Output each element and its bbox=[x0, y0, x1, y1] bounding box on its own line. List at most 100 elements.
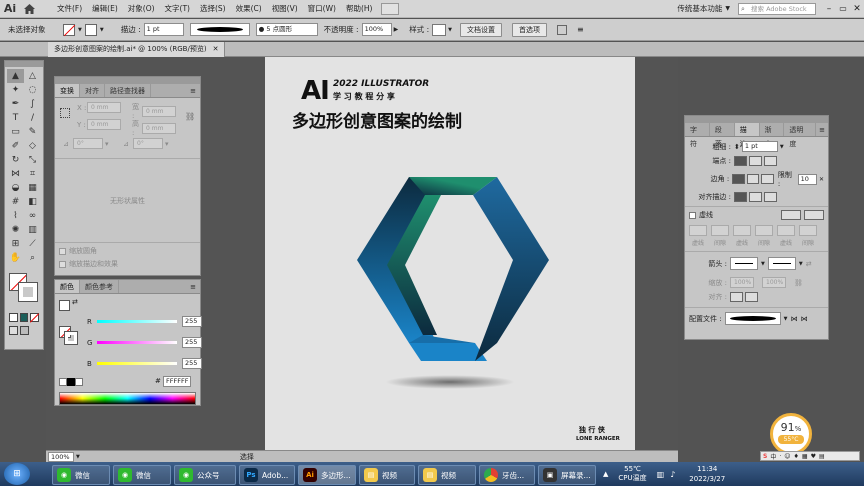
arrow-tip-at-end-icon[interactable] bbox=[745, 292, 758, 302]
gap-input-2[interactable] bbox=[755, 225, 773, 236]
line-tool-icon[interactable]: / bbox=[24, 111, 41, 125]
direct-selection-tool-icon[interactable]: △ bbox=[24, 69, 41, 83]
limit-input[interactable]: 10 bbox=[797, 173, 817, 185]
stock-search-input[interactable]: ⌕ 搜索 Adobe Stock bbox=[738, 2, 816, 15]
panel-gripper[interactable] bbox=[55, 77, 200, 84]
opacity-input[interactable]: 100% bbox=[361, 23, 392, 36]
gap-input-1[interactable] bbox=[711, 225, 729, 236]
polygon-artwork[interactable] bbox=[357, 175, 549, 365]
scale-tool-icon[interactable]: ⤡ bbox=[24, 153, 41, 167]
dashed-line-checkbox[interactable] bbox=[689, 211, 696, 219]
selection-tool-icon[interactable]: ▲ bbox=[7, 69, 24, 83]
tab-gradient[interactable]: 渐变 bbox=[760, 123, 785, 148]
cpu-widget[interactable]: 91% 55°C bbox=[770, 413, 812, 455]
shape-builder-icon[interactable]: ◒ bbox=[7, 181, 24, 195]
menu-effect[interactable]: 效果(C) bbox=[231, 0, 267, 18]
dash-preserve-icon[interactable] bbox=[781, 210, 801, 220]
taskbar-wechat-1[interactable]: ◉ 微信 bbox=[52, 465, 110, 485]
hand-tool-icon[interactable]: ✋ bbox=[7, 251, 24, 265]
gradient-tool-icon[interactable]: ◧ bbox=[24, 195, 41, 209]
taskbar-folder-1[interactable]: ▤ 视频 bbox=[359, 465, 415, 485]
stroke-swatch[interactable] bbox=[84, 23, 97, 36]
free-transform-icon[interactable]: ⌗ bbox=[24, 167, 41, 181]
symbol-sprayer-icon[interactable]: ✺ bbox=[7, 223, 24, 237]
arrow-start-select[interactable] bbox=[730, 257, 758, 270]
b-input[interactable]: 255 bbox=[182, 358, 202, 369]
menu-object[interactable]: 对象(O) bbox=[123, 0, 160, 18]
menu-type[interactable]: 文字(T) bbox=[160, 0, 195, 18]
taskbar-illustrator[interactable]: Ai 多边形... bbox=[298, 465, 356, 485]
menu-window[interactable]: 窗口(W) bbox=[303, 0, 341, 18]
tab-align[interactable]: 对齐 bbox=[80, 84, 105, 97]
white-swatch[interactable] bbox=[75, 378, 83, 386]
shaper-tool-icon[interactable]: ✐ bbox=[7, 139, 24, 153]
chevron-down-icon[interactable]: ▼ bbox=[780, 144, 784, 150]
color-spectrum[interactable] bbox=[59, 392, 196, 405]
round-join-icon[interactable] bbox=[746, 174, 760, 184]
tab-pathfinder[interactable]: 路径查找器 bbox=[105, 84, 151, 97]
stroke-color-swatch[interactable] bbox=[18, 282, 38, 302]
taskbar-folder-2[interactable]: ▤ 视频 bbox=[418, 465, 476, 485]
arrow-end-select[interactable] bbox=[767, 257, 796, 270]
width-input[interactable]: 0 mm bbox=[142, 105, 176, 117]
height-input[interactable]: 0 mm bbox=[142, 122, 176, 134]
swap-icon[interactable]: ⇄ bbox=[72, 298, 78, 306]
slice-tool-icon[interactable]: ⟋ bbox=[24, 237, 41, 251]
curvature-tool-icon[interactable]: ∫ bbox=[24, 97, 41, 111]
none-mode-icon[interactable] bbox=[30, 313, 40, 323]
chevron-down-icon[interactable]: ▼ bbox=[78, 27, 82, 33]
variable-width-profile[interactable] bbox=[189, 23, 250, 36]
gap-input-3[interactable] bbox=[799, 225, 817, 236]
bevel-join-icon[interactable] bbox=[761, 174, 774, 184]
column-graph-icon[interactable]: ▥ bbox=[24, 223, 41, 237]
menu-help[interactable]: 帮助(H) bbox=[341, 0, 378, 18]
arrow-scale-start[interactable]: 100% bbox=[730, 277, 754, 288]
screen-mode-icon[interactable] bbox=[20, 326, 29, 335]
swap-arrows-icon[interactable]: ⇄ bbox=[806, 260, 812, 268]
angle-input[interactable]: 0° bbox=[73, 138, 103, 149]
document-setup-button[interactable]: 文档设置 bbox=[459, 22, 502, 37]
color-stroke-swatch[interactable] bbox=[64, 331, 78, 345]
fill-swatch[interactable] bbox=[63, 23, 76, 36]
workspace-switcher[interactable]: 传统基本功能 bbox=[677, 3, 722, 14]
volume-icon[interactable]: ♪ bbox=[670, 470, 675, 479]
chevron-right-icon[interactable]: ▶ bbox=[394, 26, 399, 33]
align-center-icon[interactable] bbox=[734, 192, 747, 202]
dash-input-2[interactable] bbox=[733, 225, 751, 236]
close-icon[interactable]: ✕ bbox=[213, 42, 219, 57]
scale-corners-checkbox[interactable] bbox=[59, 247, 66, 255]
link-icon[interactable]: ⛓ bbox=[185, 112, 195, 121]
rectangle-tool-icon[interactable]: ▭ bbox=[7, 125, 24, 139]
maximize-icon[interactable]: ▭ bbox=[836, 4, 850, 13]
reference-point-icon[interactable] bbox=[60, 108, 70, 118]
taskbar-wechat-2[interactable]: ◉ 微信 bbox=[113, 465, 171, 485]
menu-edit[interactable]: 编辑(E) bbox=[87, 0, 123, 18]
zoom-tool-icon[interactable]: ⌕ bbox=[24, 251, 41, 265]
taskbar-browser[interactable]: 牙齿... bbox=[479, 465, 535, 485]
dash-input-1[interactable] bbox=[689, 225, 707, 236]
stepper-icon[interactable]: ⬍ bbox=[734, 143, 740, 151]
brush-definition[interactable]: ● 5 点圆形 bbox=[255, 23, 318, 36]
tray-expand-icon[interactable]: ▲ bbox=[603, 470, 608, 478]
x-input[interactable]: 0 mm bbox=[87, 102, 121, 113]
shear-input[interactable]: 0° bbox=[133, 138, 163, 149]
magic-wand-icon[interactable]: ✦ bbox=[7, 83, 24, 97]
none-swatch[interactable] bbox=[59, 378, 67, 386]
menu-view[interactable]: 视图(V) bbox=[267, 0, 303, 18]
tray-date[interactable]: 2022/3/27 bbox=[689, 474, 725, 484]
tab-transform[interactable]: 变换 bbox=[55, 84, 80, 97]
scale-strokes-checkbox[interactable] bbox=[59, 260, 66, 268]
chevron-down-icon[interactable]: ▼ bbox=[725, 5, 730, 12]
flip-along-icon[interactable]: ⋈ bbox=[800, 315, 807, 323]
gradient-mode-icon[interactable] bbox=[19, 313, 29, 322]
tab-color-guide[interactable]: 颜色参考 bbox=[80, 280, 119, 293]
butt-cap-icon[interactable] bbox=[734, 156, 747, 166]
rotate-tool-icon[interactable]: ↻ bbox=[7, 153, 24, 167]
tab-transparency[interactable]: 透明度 bbox=[784, 123, 817, 148]
dash-input-3[interactable] bbox=[777, 225, 795, 236]
hex-input[interactable]: FFFFFF bbox=[163, 376, 191, 387]
artboard[interactable]: AI 2022 ILLUSTRATOR 学 习 教 程 分 享 多边形创意图案的… bbox=[265, 57, 635, 450]
r-input[interactable]: 255 bbox=[182, 316, 202, 327]
tab-paragraph[interactable]: 段落 bbox=[710, 123, 735, 148]
arrange-icon[interactable] bbox=[381, 2, 400, 15]
